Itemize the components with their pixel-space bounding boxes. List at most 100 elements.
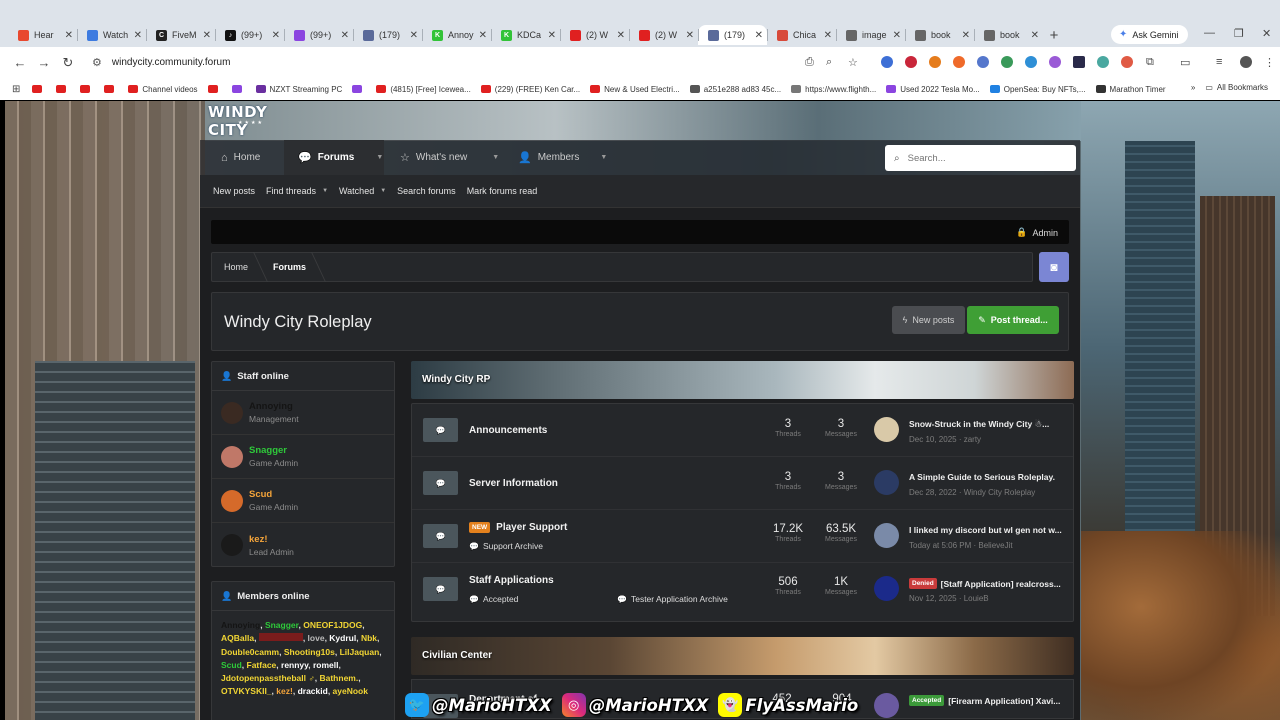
nav-forums[interactable]: 💬 Forums ▼	[284, 140, 384, 175]
extension-icon[interactable]	[1073, 56, 1085, 68]
browser-tab[interactable]: (2) W ✕	[629, 25, 698, 45]
extension-icon[interactable]	[1049, 56, 1061, 68]
zoom-icon[interactable]: ⌕	[826, 56, 832, 69]
forum-title[interactable]: Staff Applications	[469, 575, 554, 586]
forum-title-text[interactable]: Staff Applications	[469, 575, 554, 586]
member-link[interactable]	[258, 633, 303, 642]
browser-tab[interactable]: (2) W ✕	[560, 25, 629, 45]
close-icon[interactable]: ✕	[479, 30, 487, 41]
member-link[interactable]: ayeNook	[333, 686, 368, 696]
member-link[interactable]: rennyy	[281, 660, 308, 670]
close-icon[interactable]: ✕	[755, 30, 763, 41]
browser-tab[interactable]: image ✕	[836, 25, 905, 45]
back-icon[interactable]: ←	[12, 55, 28, 70]
browser-tab[interactable]: (179) ✕	[353, 25, 422, 45]
site-info-icon[interactable]: ⚙	[92, 56, 102, 69]
staff-name[interactable]: Annoying	[249, 401, 299, 412]
close-icon[interactable]: ✕	[410, 30, 418, 41]
subnav-item[interactable]: Find threads ▼	[266, 186, 328, 196]
new-posts-button[interactable]: ϟ New posts	[892, 306, 965, 334]
member-link[interactable]: romell	[313, 660, 339, 670]
subforum-link[interactable]: 💬 Tester Application Archive	[617, 594, 728, 604]
staff-member[interactable]: Snagger Game Admin	[212, 435, 394, 479]
address-bar[interactable]: ⚙ windycity.community.forum	[86, 49, 871, 76]
subnav-item[interactable]: Mark forums read	[467, 186, 538, 196]
forum-title[interactable]: NEW Player Support	[469, 522, 567, 533]
member-link[interactable]: Jdotopenpasstheball ♂	[221, 673, 315, 683]
member-link[interactable]: AQBalla	[221, 633, 254, 643]
close-icon[interactable]: ✕	[962, 30, 970, 41]
forum-title[interactable]: Server Information	[469, 478, 558, 489]
subforum-link[interactable]: 💬 Accepted	[469, 594, 518, 604]
member-link[interactable]: Fatface	[247, 660, 277, 670]
chevron-down-icon[interactable]: ▼	[492, 154, 499, 161]
member-link[interactable]: Kydrul	[329, 633, 356, 643]
bookmark-item[interactable]: Marathon Timer	[1095, 85, 1166, 94]
browser-tab[interactable]: Chica ✕	[767, 25, 836, 45]
staff-name[interactable]: Scud	[249, 489, 298, 500]
extension-icon[interactable]	[881, 56, 893, 68]
bookmark-item[interactable]	[104, 85, 118, 93]
category-header[interactable]: Civilian Center	[411, 637, 1074, 675]
bookmark-item[interactable]	[231, 85, 246, 93]
url-text[interactable]: windycity.community.forum	[112, 57, 231, 68]
browser-tab[interactable]: book ✕	[905, 25, 974, 45]
bookmark-item[interactable]: Used 2022 Tesla Mo...	[886, 85, 980, 94]
browser-tab[interactable]: C FiveM ✕	[146, 25, 215, 45]
browser-tab[interactable]: Hear ✕	[8, 25, 77, 45]
avatar[interactable]	[221, 445, 243, 468]
minimize-button[interactable]: —	[1204, 27, 1215, 39]
chevron-down-icon[interactable]: ▼	[600, 154, 607, 161]
subnav-item[interactable]: Search forums	[397, 186, 456, 196]
member-link[interactable]: Scud	[221, 660, 242, 670]
latest-post-title-text[interactable]: [Staff Application] realcross...	[941, 579, 1061, 589]
forum-title-text[interactable]: Announcements	[469, 425, 547, 436]
browser-tab[interactable]: (179) ✕	[698, 25, 767, 45]
staff-member[interactable]: Annoying Management	[212, 391, 394, 435]
maximize-button[interactable]: ❐	[1234, 27, 1244, 40]
profile-avatar[interactable]	[1240, 56, 1252, 68]
staff-name[interactable]: kez!	[249, 534, 294, 545]
extension-icon[interactable]	[1097, 56, 1109, 68]
close-icon[interactable]: ✕	[272, 30, 280, 41]
bookmark-item[interactable]: (229) (FREE) Ken Car...	[480, 85, 580, 94]
member-link[interactable]: Snagger	[265, 620, 299, 630]
latest-post-title-text[interactable]: I linked my discord but wl gen not w...	[909, 525, 1062, 535]
bookmark-item[interactable]	[352, 85, 366, 93]
latest-post-title[interactable]: Denied [Staff Application] realcross...	[909, 578, 1067, 589]
avatar[interactable]	[874, 417, 899, 442]
avatar[interactable]	[221, 401, 243, 424]
close-icon[interactable]: ✕	[824, 30, 832, 41]
close-icon[interactable]: ✕	[341, 30, 349, 41]
new-tab-button[interactable]: +	[1043, 25, 1065, 45]
bookmark-item[interactable]: Channel videos	[128, 85, 198, 94]
bookmark-star-icon[interactable]: ☆	[848, 56, 858, 69]
forum-row[interactable]: 💬 Staff Applications 💬 Accepted 💬 Tester Appl…	[412, 563, 1073, 621]
nav-whats-new[interactable]: ☆ What's new ▼	[400, 140, 512, 175]
browser-tab[interactable]: book ✕	[974, 25, 1043, 45]
close-icon[interactable]: ✕	[686, 30, 694, 41]
extension-icon[interactable]	[1121, 56, 1133, 68]
subforum-link[interactable]: 💬 Support Archive	[469, 541, 543, 551]
close-icon[interactable]: ✕	[65, 30, 73, 41]
staff-member[interactable]: kez! Lead Admin	[212, 523, 394, 567]
extension-icon[interactable]	[1001, 56, 1013, 68]
member-link[interactable]: kez!	[276, 686, 293, 696]
forward-icon[interactable]: →	[36, 55, 52, 70]
install-app-icon[interactable]: ⎙	[805, 56, 814, 69]
forum-title-text[interactable]: Player Support	[496, 522, 567, 533]
bookmark-item[interactable]: https://www.flighth...	[791, 85, 876, 94]
member-link[interactable]: OTVKYSKII_	[221, 686, 272, 696]
avatar[interactable]	[221, 534, 243, 556]
extensions-puzzle-icon[interactable]: ⧉	[1146, 56, 1154, 69]
forum-row[interactable]: 💬 Server Information 3 Threads 3 Messages A Si…	[412, 457, 1073, 510]
extension-icon[interactable]	[977, 56, 989, 68]
bookmark-item[interactable]: (4815) [Free] Icewea...	[376, 85, 471, 94]
browser-tab[interactable]: ♪ (99+) ✕	[215, 25, 284, 45]
extension-icon[interactable]	[953, 56, 965, 68]
avatar[interactable]	[221, 489, 243, 512]
member-link[interactable]: love	[308, 633, 325, 643]
browser-tab[interactable]: K Annoy ✕	[422, 25, 491, 45]
forum-title-text[interactable]: Server Information	[469, 478, 558, 489]
chevron-right-icon[interactable]: »	[1191, 83, 1195, 92]
